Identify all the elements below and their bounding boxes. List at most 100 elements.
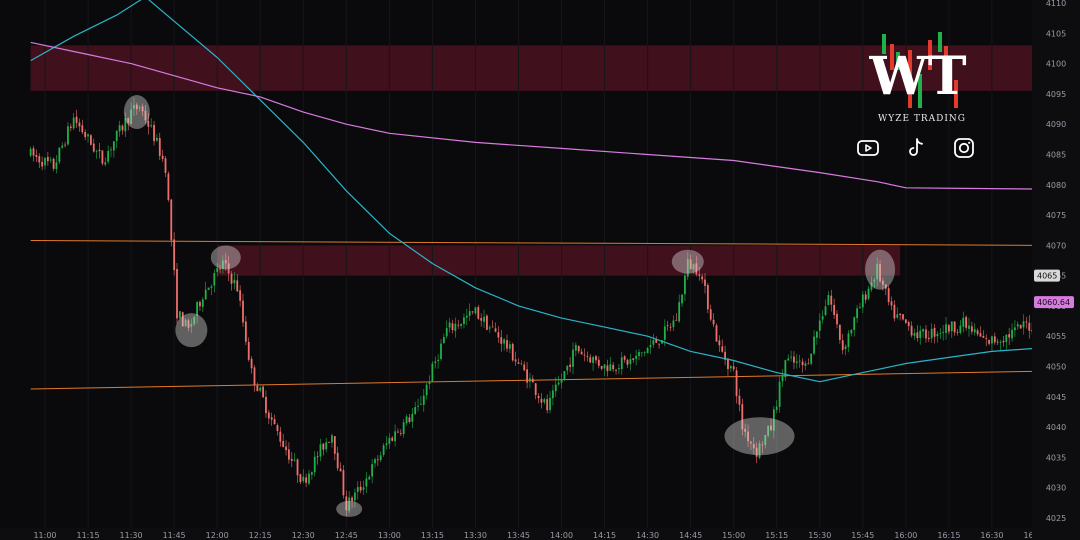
candle-body [566,365,569,371]
candle-body [830,295,833,305]
candle-body [549,397,551,411]
candle-body [520,363,523,365]
candle-body [787,358,790,361]
candle-body [638,352,640,357]
candle-body [161,155,164,159]
candle-body [985,338,988,339]
candle-body [701,276,704,280]
candle-body [442,337,445,344]
candle-body [698,274,701,276]
candle-body [150,125,153,127]
candle-body [603,364,606,369]
candle-body [173,239,176,271]
price-tag-label: 4060.64 [1037,298,1070,307]
x-tick-label: 14:45 [679,531,702,540]
candle-body [907,321,910,327]
candle-body [491,326,494,328]
candle-body [531,378,534,383]
candle-body [927,337,930,340]
candle-body [666,325,669,327]
candle-body [44,157,46,166]
candle-body [239,290,242,301]
candle-body [371,464,374,477]
candle-body [451,323,454,330]
candle-body [867,288,870,299]
candle-body [939,333,942,335]
candle-body [543,399,546,403]
candle-body [589,357,592,363]
candle-body [480,318,483,321]
candle-body [778,381,781,407]
candle-body [288,449,290,460]
candle-body [600,366,603,369]
candle-body [609,364,612,371]
highlight-circle [336,500,363,517]
candle-body [236,280,239,292]
candle-body [574,344,577,351]
candle-body [75,116,78,123]
candle-body [339,468,342,472]
candle-body [620,357,623,370]
y-tick-label: 4035 [1046,453,1066,462]
candle-body [199,302,201,307]
candle-body [445,328,448,337]
candle-body [899,313,902,315]
candle-body [87,134,89,137]
y-tick-label: 4105 [1046,29,1066,38]
candle-body [167,173,170,200]
candle-body [672,320,675,328]
candle-body [508,344,511,349]
candle-body [534,383,537,396]
candle-body [49,159,52,161]
candle-body [612,364,615,370]
candle-body [948,325,950,332]
x-tick-label: 12:15 [249,531,272,540]
candle-body [302,476,305,482]
candle-body [170,199,173,241]
x-tick-label: 14:30 [636,531,659,540]
candle-body [322,443,325,450]
candle-body [468,311,471,316]
candle-body [999,341,1002,343]
candle-body [178,311,181,318]
highlight-circle [123,95,150,130]
candle-body [953,321,956,333]
x-tick-label: 11:30 [120,531,143,540]
candle-body [572,349,574,367]
candle-body [973,329,976,333]
x-tick-label: 15:00 [722,531,745,540]
candle-body [112,141,115,151]
candle-body [230,273,233,284]
candle-body [61,145,64,148]
candle-body [81,125,84,133]
candle-body [841,340,844,350]
candle-body [374,459,376,464]
candle-body [537,395,540,399]
instagram-icon[interactable] [952,136,976,160]
candle-body [368,476,371,480]
youtube-icon[interactable] [856,136,880,160]
candle-body [976,330,979,335]
candle-body [844,346,847,349]
candle-body [669,326,672,328]
candle-body [583,354,586,356]
candle-body [718,340,721,346]
candle-body [890,301,893,306]
candle-body [919,330,922,339]
candle-body [893,304,896,319]
candle-body [483,316,485,322]
candle-body [365,478,368,487]
candle-body [526,369,528,383]
candle-body [836,313,838,325]
x-tick-label: 13:00 [378,531,401,540]
y-tick-label: 4085 [1046,150,1066,159]
candle-body [735,370,738,397]
tiktok-icon[interactable] [904,136,928,160]
candle-body [333,436,336,454]
candle-body [818,320,821,331]
candle-body [968,325,970,329]
candle-body [887,288,890,303]
candle-body [801,361,804,366]
candle-body [996,341,999,343]
candle-body [296,459,299,476]
